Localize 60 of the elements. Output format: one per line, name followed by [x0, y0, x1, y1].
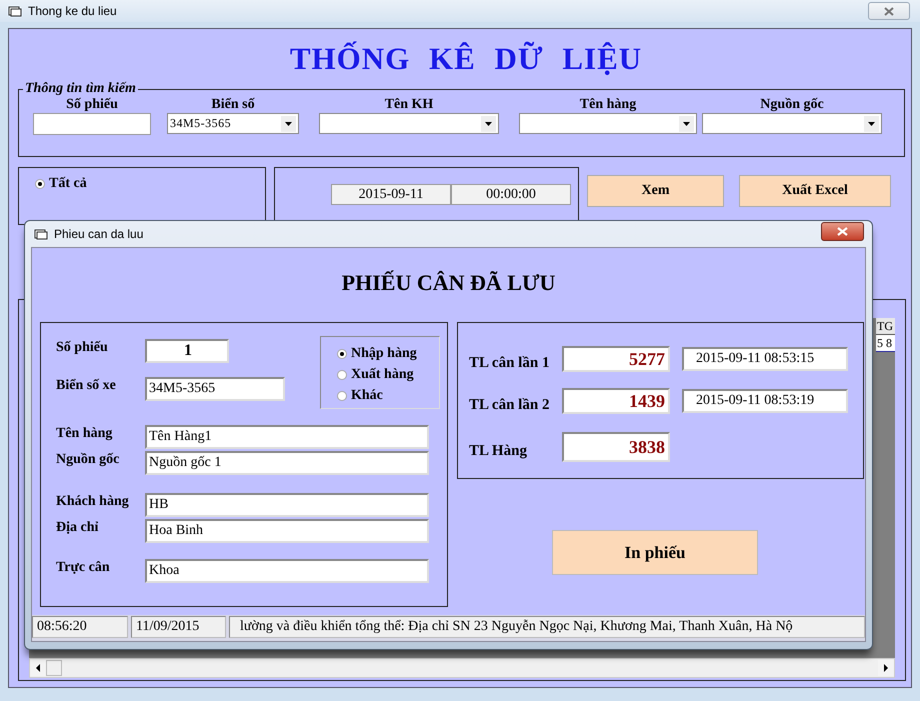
- radio-button[interactable]: [337, 390, 347, 400]
- column-header: TG: [876, 318, 895, 335]
- field-label: Số phiếu: [56, 339, 109, 357]
- field-label: Biển số: [211, 97, 255, 113]
- window-icon: [8, 5, 22, 17]
- status-panel: 08:56:20: [32, 616, 128, 638]
- time-field[interactable]: 2015-09-11 08:53:19: [682, 389, 848, 413]
- date-field[interactable]: 00:00:00: [451, 184, 571, 205]
- field-label: Tên hàng: [580, 97, 636, 113]
- field-label: Biển số xe: [56, 377, 117, 395]
- input-field[interactable]: HB: [145, 493, 429, 517]
- window-icon: [34, 228, 48, 240]
- radio-button[interactable]: [35, 179, 45, 189]
- page-heading: THỐNG KÊ DỮ LIỆU: [288, 40, 644, 77]
- weight-field[interactable]: 1439: [562, 388, 670, 414]
- field-label: Trực cân: [56, 559, 111, 577]
- close-icon: [884, 6, 894, 16]
- dialog-heading: PHIẾU CÂN ĐÃ LƯU: [340, 269, 556, 297]
- close-button[interactable]: [821, 222, 864, 240]
- input-field[interactable]: Tên Hàng1: [145, 425, 429, 449]
- dropdown-field[interactable]: 34M5-3565: [167, 113, 299, 134]
- field-label: Nguồn gốc: [760, 97, 824, 113]
- status-panel: 11/09/2015: [131, 616, 226, 638]
- input-field[interactable]: Nguồn gốc 1: [145, 451, 429, 475]
- dropdown-field[interactable]: [519, 113, 697, 134]
- group-legend: Thông tin tìm kiếm: [23, 81, 138, 97]
- input-field[interactable]: Khoa: [145, 559, 429, 583]
- field-label: TL Hàng: [469, 442, 528, 460]
- radio-button[interactable]: [337, 370, 347, 380]
- time-field[interactable]: 2015-09-11 08:53:15: [682, 347, 848, 371]
- field-label: Số phiếu: [66, 97, 118, 113]
- radio-label: Khác: [351, 388, 383, 404]
- radio-label: Nhập hàng: [351, 346, 417, 362]
- print-button[interactable]: In phiếu: [552, 530, 758, 575]
- field-label: TL cân lần 2: [469, 396, 550, 414]
- close-icon: [837, 226, 848, 236]
- window-title: Thong ke du lieu: [28, 4, 117, 18]
- date-field[interactable]: 2015-09-11: [331, 184, 451, 205]
- action-button[interactable]: Xem: [587, 175, 724, 207]
- field-label: Tên hàng: [56, 425, 114, 443]
- field-label: Địa chỉ: [56, 519, 100, 537]
- table-cell: 5 8: [876, 335, 895, 352]
- status-panel: lường và điều khiển tổng thể: Địa chỉ SN 23 Nguyễn Ngọc Nại, Khương Mai, Thanh Xuân, Hà Nộ: [229, 616, 865, 638]
- weight-field[interactable]: 3838: [562, 432, 670, 462]
- dialog-title: Phieu can da luu: [54, 227, 144, 241]
- radio-button[interactable]: [337, 348, 347, 358]
- input-field[interactable]: 1: [145, 339, 229, 363]
- input-field[interactable]: 34M5-3565: [145, 377, 285, 401]
- input-field[interactable]: Hoa Binh: [145, 519, 429, 543]
- radio-label: Tất cả: [49, 176, 87, 192]
- radio-label: Xuất hàng: [351, 366, 414, 382]
- field-label: Khách hàng: [56, 493, 130, 511]
- dropdown-field[interactable]: [319, 113, 499, 134]
- weight-field[interactable]: 5277: [562, 346, 670, 372]
- field-label: TL cân lần 1: [469, 354, 550, 372]
- field-label: Nguồn gốc: [56, 451, 120, 469]
- action-button[interactable]: Xuất Excel: [739, 175, 891, 207]
- field-label: Tên KH: [384, 97, 434, 113]
- dropdown-field[interactable]: [702, 113, 882, 134]
- input-field[interactable]: [33, 113, 151, 135]
